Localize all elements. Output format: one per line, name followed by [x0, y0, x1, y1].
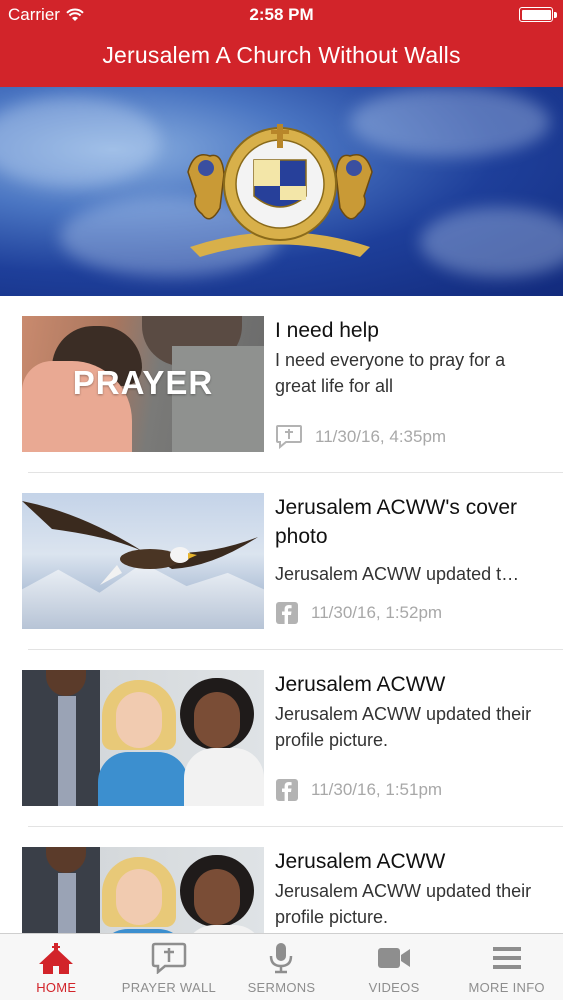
feed-item-title: Jerusalem ACWW — [275, 850, 446, 873]
top-bar: Carrier 2:58 PM Jerusalem A Church Witho… — [0, 0, 563, 87]
feed-item[interactable]: Jerusalem ACWW Jerusalem ACWW updated th… — [22, 827, 563, 933]
church-crest-logo — [187, 124, 373, 257]
feed-item-body: I need everyone to pray for a great life… — [275, 350, 506, 396]
video-camera-icon — [378, 948, 411, 968]
feed-item-body: Jerusalem ACWW updated their profile pic… — [275, 704, 532, 750]
tab-home[interactable]: HOME — [0, 934, 113, 1000]
feed-item-body: Jerusalem ACWW updated t… — [275, 564, 520, 584]
feed-item[interactable]: Jerusalem ACWW Jerusalem ACWW updated th… — [22, 650, 563, 827]
tab-bar: HOME PRAYER WALL SERMONS VIDEOS MORE INF… — [0, 933, 563, 1000]
page-title: Jerusalem A Church Without Walls — [102, 42, 461, 68]
feed-item[interactable]: PRAYER I need help I need everyone to pr… — [22, 296, 563, 473]
battery-icon — [519, 7, 557, 22]
tab-prayer-wall[interactable]: PRAYER WALL — [113, 934, 226, 1000]
tab-label: VIDEOS — [368, 980, 420, 995]
feed-item-timestamp: 11/30/16, 1:51pm — [311, 780, 443, 799]
prayer-wall-icon — [276, 425, 302, 450]
facebook-icon — [276, 602, 298, 624]
home-icon — [39, 943, 74, 974]
feed-item-timestamp: 11/30/16, 4:35pm — [315, 427, 447, 446]
tab-more-info[interactable]: MORE INFO — [450, 934, 563, 1000]
tab-label: MORE INFO — [468, 980, 545, 995]
header-banner — [0, 87, 563, 296]
feed-thumbnail — [22, 847, 264, 933]
microphone-icon — [270, 943, 293, 974]
thumbnail-caption: PRAYER — [72, 364, 214, 401]
news-feed[interactable]: PRAYER I need help I need everyone to pr… — [0, 296, 563, 933]
tab-sermons[interactable]: SERMONS — [225, 934, 338, 1000]
feed-item-timestamp: 11/30/16, 1:52pm — [311, 603, 443, 622]
feed-item[interactable]: Jerusalem ACWW's cover photo Jerusalem A… — [22, 473, 563, 650]
feed-item-title: I need help — [275, 319, 379, 342]
feed-thumbnail: PRAYER — [22, 316, 264, 452]
tab-videos[interactable]: VIDEOS — [338, 934, 451, 1000]
menu-icon — [492, 947, 521, 969]
feed-thumbnail — [22, 493, 264, 629]
feed-item-body: Jerusalem ACWW updated their profile pic… — [275, 881, 532, 927]
facebook-icon — [276, 779, 298, 801]
tab-label: PRAYER WALL — [121, 980, 217, 995]
tab-label: HOME — [36, 980, 77, 995]
status-bar: Carrier 2:58 PM — [0, 0, 563, 30]
feed-item-title: Jerusalem ACWW's cover photo — [275, 496, 518, 548]
feed-item-title: Jerusalem ACWW — [275, 673, 446, 696]
tab-label: SERMONS — [247, 980, 316, 995]
prayer-wall-icon — [151, 942, 187, 974]
clock: 2:58 PM — [249, 5, 314, 24]
feed-thumbnail — [22, 670, 264, 806]
